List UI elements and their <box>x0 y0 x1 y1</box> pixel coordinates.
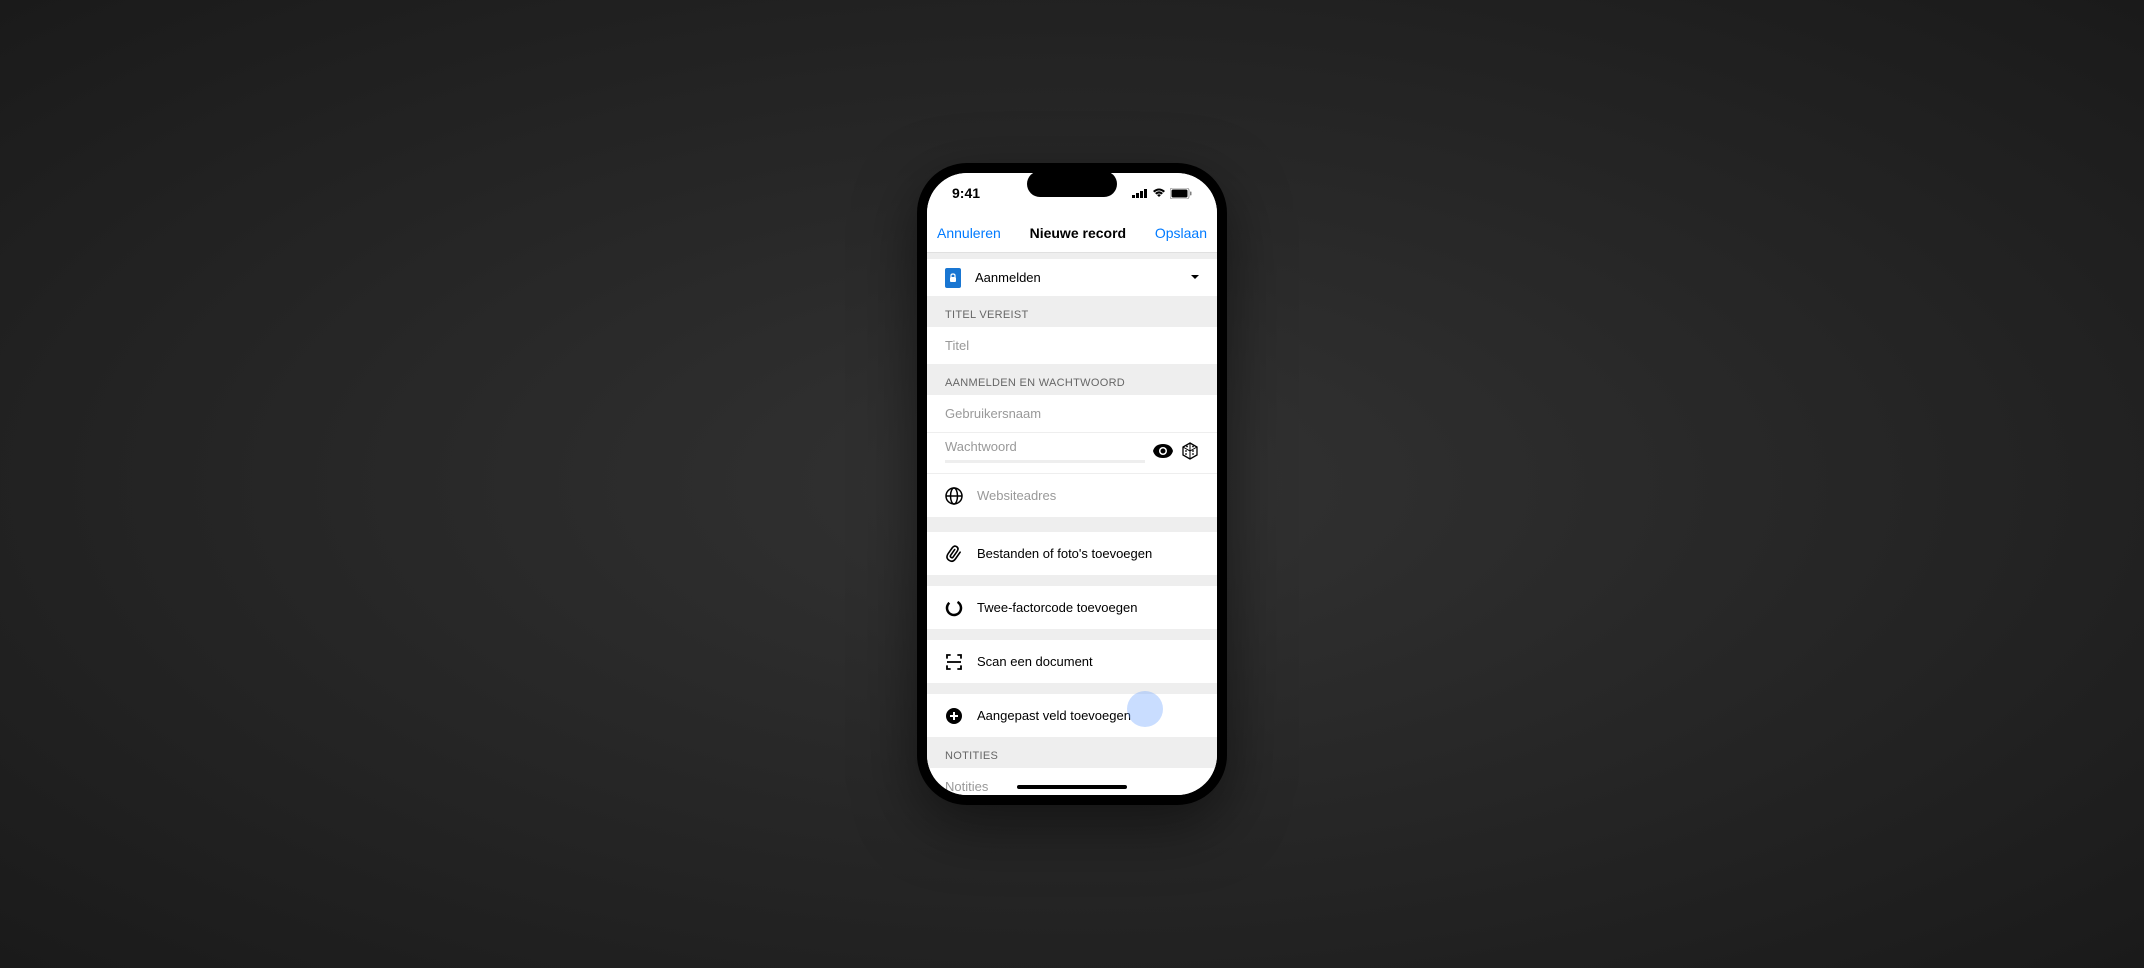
status-right <box>1132 188 1192 199</box>
touch-indicator <box>1127 691 1163 727</box>
eye-icon[interactable] <box>1153 444 1173 458</box>
phone-frame: 9:41 Annuleren Nieuwe record Opslaan Aan… <box>917 163 1227 805</box>
record-type-selector[interactable]: Aanmelden <box>927 259 1217 297</box>
paperclip-icon <box>945 545 963 563</box>
gap <box>927 684 1217 694</box>
battery-icon <box>1170 188 1192 199</box>
plus-circle-icon <box>945 707 963 725</box>
website-placeholder: Websiteadres <box>977 488 1056 503</box>
scan-document-label: Scan een document <box>977 654 1093 669</box>
website-input[interactable]: Websiteadres <box>927 474 1217 518</box>
notch <box>1027 171 1117 197</box>
globe-icon <box>945 487 963 505</box>
section-title-required: TITEL VEREIST <box>927 297 1217 327</box>
home-indicator <box>1017 785 1127 789</box>
add-2fa-button[interactable]: Twee-factorcode toevoegen <box>927 586 1217 630</box>
save-button[interactable]: Opslaan <box>1155 225 1207 241</box>
add-custom-field-button[interactable]: Aangepast veld toevoegen <box>927 694 1217 738</box>
section-login: AANMELDEN EN WACHTWOORD <box>927 365 1217 395</box>
phone-screen: 9:41 Annuleren Nieuwe record Opslaan Aan… <box>927 173 1217 795</box>
chevron-down-icon <box>1191 275 1199 280</box>
password-placeholder: Wachtwoord <box>945 439 1145 454</box>
lock-file-icon <box>945 268 961 288</box>
dice-icon[interactable] <box>1181 442 1199 460</box>
title-placeholder: Titel <box>945 338 969 353</box>
notes-placeholder: Notities <box>945 779 988 794</box>
cellular-icon <box>1132 188 1148 198</box>
username-input[interactable]: Gebruikersnaam <box>927 395 1217 433</box>
add-custom-field-label: Aangepast veld toevoegen <box>977 708 1131 723</box>
nav-bar: Annuleren Nieuwe record Opslaan <box>927 213 1217 253</box>
gap <box>927 576 1217 586</box>
section-notes: NOTITIES <box>927 738 1217 768</box>
scan-document-button[interactable]: Scan een document <box>927 640 1217 684</box>
gap <box>927 630 1217 640</box>
record-type-label: Aanmelden <box>975 270 1041 285</box>
loading-circle-icon <box>945 599 963 617</box>
password-input-row: Wachtwoord <box>927 433 1217 474</box>
page-title: Nieuwe record <box>1030 225 1126 241</box>
cancel-button[interactable]: Annuleren <box>937 225 1001 241</box>
status-time: 9:41 <box>952 185 980 201</box>
wifi-icon <box>1152 188 1166 198</box>
title-input[interactable]: Titel <box>927 327 1217 365</box>
notes-input[interactable]: Notities <box>927 768 1217 795</box>
add-2fa-label: Twee-factorcode toevoegen <box>977 600 1137 615</box>
username-placeholder: Gebruikersnaam <box>945 406 1041 421</box>
password-strength-bar <box>945 460 1145 463</box>
attach-files-button[interactable]: Bestanden of foto's toevoegen <box>927 532 1217 576</box>
gap <box>927 518 1217 532</box>
content-scroll[interactable]: Aanmelden TITEL VEREIST Titel AANMELDEN … <box>927 253 1217 795</box>
attach-files-label: Bestanden of foto's toevoegen <box>977 546 1152 561</box>
password-input[interactable]: Wachtwoord <box>945 439 1145 463</box>
scan-icon <box>945 653 963 671</box>
